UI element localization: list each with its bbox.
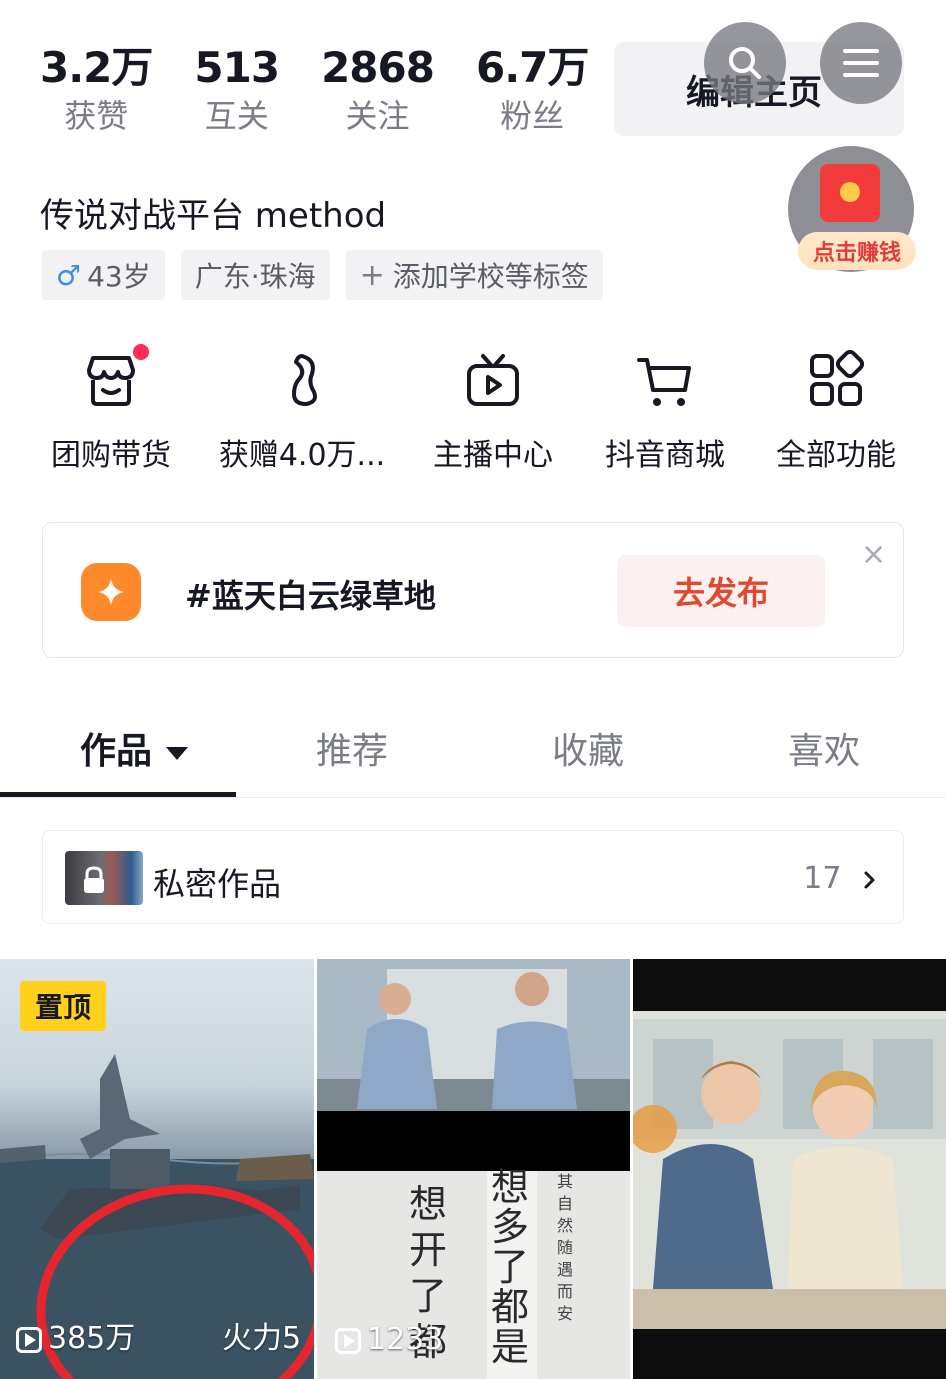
tag-location-label: 广东·珠海 — [194, 260, 316, 293]
profile-tags: ♂ 43岁 广东·珠海 + 添加学校等标签 — [42, 250, 619, 300]
shop-icon — [81, 344, 149, 410]
search-button[interactable] — [704, 22, 786, 104]
leaf-icon — [272, 350, 332, 410]
stat-likes-value: 3.2万 — [40, 43, 153, 92]
stat-likes[interactable]: 3.2万 获赞 — [40, 42, 153, 138]
private-works-label: 私密作品 — [153, 865, 282, 903]
menu-icon — [843, 49, 879, 77]
stat-fans-value: 6.7万 — [475, 43, 589, 92]
private-thumbnail — [65, 851, 143, 905]
stat-following-value: 2868 — [321, 43, 435, 92]
male-icon: ♂ — [56, 258, 82, 292]
play-icon — [335, 1327, 361, 1354]
stat-likes-label: 获赞 — [64, 97, 129, 135]
function-gifts[interactable]: 获赠4.0万... — [212, 350, 392, 474]
stat-following-label: 关注 — [345, 97, 410, 135]
function-streamer-center-label: 主播中心 — [433, 438, 553, 473]
topic-card[interactable]: #蓝天白云绿草地 去发布 × — [42, 522, 904, 658]
menu-button[interactable] — [820, 22, 902, 104]
topic-hashtag: #蓝天白云绿草地 — [185, 577, 436, 615]
calligraphy-line-2: 想多了都是 — [491, 1165, 530, 1369]
function-group-buy-label: 团购带货 — [51, 438, 171, 473]
police-scene-thumbnail — [317, 959, 630, 1379]
video-grid: 置顶 385万 火力5 想开了都 想多了都是 其自然 随遇而安 1233 — [0, 959, 946, 1379]
search-icon — [729, 47, 761, 79]
stat-mutual-label: 互关 — [204, 97, 269, 135]
video-views: 385万 — [16, 1313, 135, 1357]
tag-age[interactable]: ♂ 43岁 — [42, 250, 165, 300]
function-douyin-mall-label: 抖音商城 — [605, 438, 725, 473]
chevron-right-icon — [864, 871, 875, 888]
function-gifts-label: 获赠4.0万... — [218, 438, 386, 473]
tab-recommend[interactable]: 推荐 — [316, 722, 388, 774]
calligraphy-line-3: 其自然 随遇而安 — [557, 1172, 574, 1323]
function-streamer-center[interactable]: 主播中心 — [422, 350, 564, 474]
couple-illustration-thumbnail — [633, 959, 946, 1379]
sparkle-icon — [81, 563, 141, 621]
tv-icon — [463, 350, 523, 410]
function-douyin-mall[interactable]: 抖音商城 — [594, 350, 736, 474]
lock-icon — [84, 866, 104, 893]
stat-fans[interactable]: 6.7万 粉丝 — [475, 42, 589, 138]
stat-mutual-value: 513 — [194, 43, 280, 92]
video-card[interactable]: 置顶 385万 火力5 — [0, 959, 314, 1379]
function-group-buy[interactable]: 团购带货 — [42, 344, 180, 474]
add-tag-button[interactable]: + 添加学校等标签 — [345, 250, 603, 300]
pinned-badge: 置顶 — [20, 981, 106, 1031]
function-all-label: 全部功能 — [776, 438, 896, 473]
private-works-row[interactable]: 私密作品 17 — [42, 830, 904, 924]
profile-username: 传说对战平台 method — [40, 196, 387, 236]
private-works-count-value: 17 — [803, 861, 842, 896]
red-envelope-icon — [820, 164, 880, 222]
cart-icon — [635, 350, 695, 410]
active-tab-indicator — [0, 792, 236, 797]
close-icon[interactable]: × — [861, 537, 886, 572]
tab-works[interactable]: 作品 — [80, 722, 189, 774]
video-views-value: 1233 — [367, 1322, 444, 1357]
video-card[interactable]: 想开了都 想多了都是 其自然 随遇而安 1233 — [317, 959, 630, 1379]
video-fire: 火力5 — [222, 1321, 302, 1356]
private-works-count: 17 — [803, 861, 879, 896]
caret-down-icon — [166, 746, 189, 760]
profile-tabs: 作品 推荐 收藏 喜欢 — [0, 700, 946, 798]
video-views: 1233 — [335, 1322, 443, 1357]
tab-works-label: 作品 — [80, 731, 153, 772]
stat-mutual[interactable]: 513 互关 — [194, 42, 280, 138]
earn-money-label[interactable]: 点击赚钱 — [798, 232, 916, 270]
tag-location[interactable]: 广东·珠海 — [180, 250, 330, 300]
grid-icon — [806, 349, 866, 410]
video-views-value: 385万 — [48, 1321, 136, 1356]
notification-dot — [133, 344, 149, 360]
video-card[interactable] — [633, 959, 946, 1379]
tab-favorites[interactable]: 收藏 — [552, 722, 624, 774]
tag-age-label: 43岁 — [87, 260, 151, 293]
tab-likes[interactable]: 喜欢 — [788, 722, 860, 774]
plus-icon: + — [359, 257, 385, 293]
stat-following[interactable]: 2868 关注 — [321, 42, 435, 138]
profile-stats: 3.2万 获赞 513 互关 2868 关注 6.7万 粉丝 — [40, 42, 630, 138]
publish-button[interactable]: 去发布 — [617, 555, 825, 627]
stat-fans-label: 粉丝 — [500, 97, 565, 135]
add-tag-label: 添加学校等标签 — [392, 260, 589, 293]
function-all[interactable]: 全部功能 — [766, 349, 906, 474]
play-icon — [16, 1326, 42, 1353]
